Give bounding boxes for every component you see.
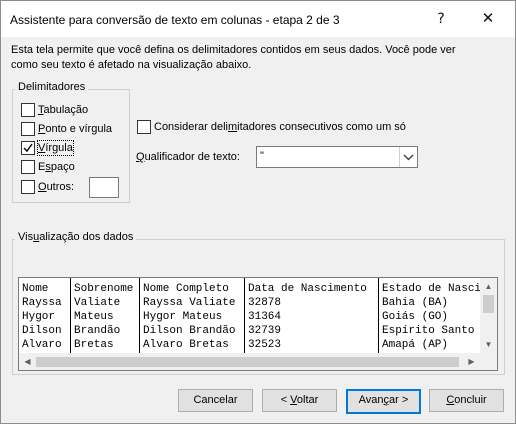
comma-label: Vírgula <box>37 140 74 156</box>
vertical-scrollbar[interactable]: ▲ ▼ <box>480 278 497 353</box>
preview-header-cell: Nome Completo <box>143 283 229 295</box>
other-label: Outros: <box>38 181 75 193</box>
preview-cell: Goiás (GO) <box>382 311 449 323</box>
preview-cell: Hygor Mateus <box>143 311 223 323</box>
consecutive-label: Considerar delimitadores consecutivos co… <box>154 121 406 133</box>
preview-cell: Espírito Santo <box>382 325 475 337</box>
preview-cell: Brandão <box>74 325 121 337</box>
vertical-scroll-thumb[interactable] <box>483 295 494 313</box>
preview-header-cell: Estado de Nascimento <box>382 283 480 295</box>
preview-column[interactable]: Estado de Nascimento Bahia (BA) Goiás (GO)… <box>378 278 480 353</box>
dialog-title: Assistente para conversão de texto em co… <box>10 13 340 27</box>
data-preview-grid: Nome Rayssa Hygor Dilson Alvaro Sobrenome Vali… <box>19 278 480 353</box>
text-qualifier-select[interactable]: " <box>256 146 418 168</box>
space-checkbox[interactable] <box>21 160 35 174</box>
preview-column[interactable]: Nome Completo Rayssa Valiate Hygor Mateus D… <box>139 278 245 353</box>
consecutive-checkbox[interactable] <box>137 120 151 134</box>
title-bar: Assistente para conversão de texto em co… <box>1 1 515 37</box>
data-preview-table[interactable]: Nome Rayssa Hygor Dilson Alvaro Sobrenome Vali… <box>18 277 498 371</box>
tab-label: Tabulação <box>38 104 89 116</box>
preview-cell: 32878 <box>248 297 282 309</box>
preview-cell: Dilson <box>22 325 62 337</box>
close-button[interactable]: ✕ <box>468 5 508 33</box>
preview-cell: 32523 <box>248 339 282 351</box>
back-button[interactable]: < Voltar <box>262 389 337 412</box>
preview-cell: Bretas <box>74 339 114 351</box>
delimiters-legend: Delimitadores <box>15 81 89 93</box>
text-qualifier-label: Qualificador de texto: <box>136 151 240 163</box>
horizontal-scroll-thumb[interactable] <box>36 357 459 367</box>
other-checkbox[interactable] <box>21 180 35 194</box>
preview-header-cell: Data de Nascimento <box>248 283 367 295</box>
preview-cell: Alvaro Bretas <box>143 339 229 351</box>
space-label: Espaço <box>38 161 75 173</box>
finish-button[interactable]: Concluir <box>429 389 504 412</box>
cancel-button[interactable]: Cancelar <box>178 389 253 412</box>
horizontal-scrollbar[interactable]: ◀ ▶ <box>19 353 480 370</box>
other-delimiter-input[interactable] <box>89 177 119 198</box>
preview-header-cell: Sobrenome <box>74 283 134 295</box>
description-line-1: Esta tela permite que você defina os del… <box>11 44 456 56</box>
chevron-down-icon[interactable] <box>399 147 417 167</box>
preview-cell: 31364 <box>248 311 282 323</box>
text-to-columns-dialog: Assistente para conversão de texto em co… <box>0 0 516 424</box>
preview-cell: Hygor <box>22 311 56 323</box>
text-qualifier-value: " <box>260 150 264 162</box>
scroll-up-icon[interactable]: ▲ <box>480 278 497 295</box>
comma-checkbox[interactable] <box>21 141 35 155</box>
preview-cell: Alvaro <box>22 339 62 351</box>
preview-column[interactable]: Sobrenome Valiate Mateus Brandão Bretas <box>70 278 140 353</box>
next-button[interactable]: Avançar > <box>346 389 421 414</box>
semicolon-checkbox[interactable] <box>21 122 35 136</box>
preview-header-cell: Nome <box>22 283 49 295</box>
preview-cell: Mateus <box>74 311 114 323</box>
tab-checkbox[interactable] <box>21 103 35 117</box>
preview-column[interactable]: Nome Rayssa Hygor Dilson Alvaro <box>19 278 70 353</box>
scroll-corner <box>480 353 497 370</box>
scroll-down-icon[interactable]: ▼ <box>480 336 497 353</box>
preview-cell: Amapá (AP) <box>382 339 449 351</box>
help-button[interactable]: ? <box>421 5 461 33</box>
preview-cell: Rayssa <box>22 297 62 309</box>
description-line-2: como seu texto é afetado na visualização… <box>11 59 252 71</box>
preview-column[interactable]: Data de Nascimento 32878 31364 32739 32523 <box>244 278 379 353</box>
semicolon-label: Ponto e vírgula <box>38 123 112 135</box>
preview-cell: Dilson Brandão <box>143 325 236 337</box>
dialog-description: Esta tela permite que você defina os del… <box>11 43 511 73</box>
preview-cell: 32739 <box>248 325 282 337</box>
preview-cell: Valiate <box>74 297 121 309</box>
checkmark-icon <box>23 143 33 153</box>
scroll-left-icon[interactable]: ◀ <box>19 353 36 370</box>
preview-cell: Rayssa Valiate <box>143 297 236 309</box>
scroll-right-icon[interactable]: ▶ <box>463 353 480 370</box>
data-preview-legend: Visualização dos dados <box>15 231 137 243</box>
preview-cell: Bahia (BA) <box>382 297 449 309</box>
